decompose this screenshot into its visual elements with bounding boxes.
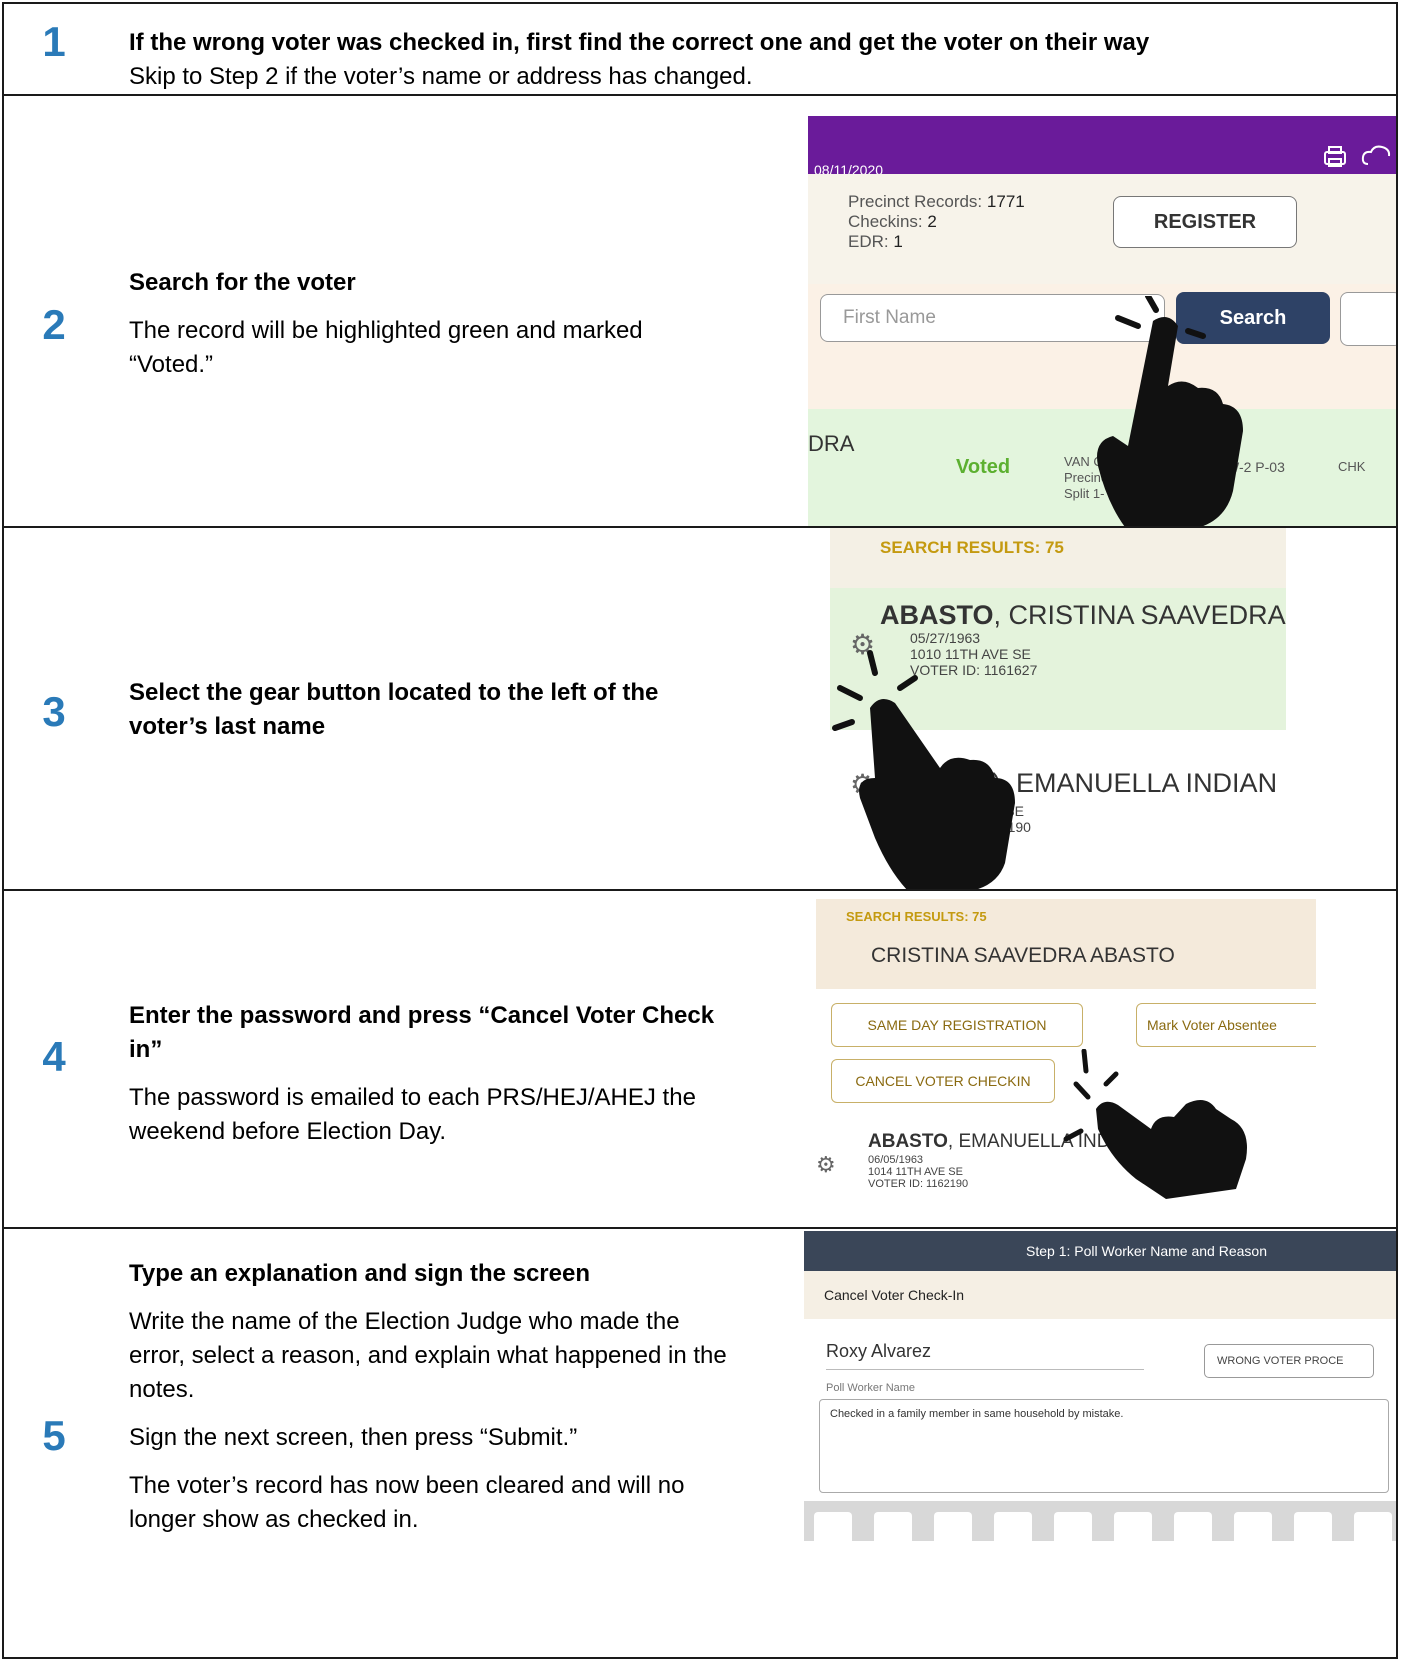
step-number: 3	[42, 688, 66, 735]
keyboard-key[interactable]	[874, 1512, 912, 1552]
voter-last-name: ABASTO	[880, 600, 994, 630]
step-heading: Type an explanation and sign the screen	[129, 1260, 591, 1287]
hand-pointer-icon	[1097, 296, 1243, 526]
cloud-icon[interactable]	[1360, 142, 1396, 170]
step-1: 1 If the wrong voter was checked in, fir…	[2, 2, 1398, 96]
voter-last-name: ABASTO	[868, 1131, 948, 1152]
step-number: 5	[42, 1412, 66, 1459]
step-text: Type an explanation and sign the screen …	[129, 1257, 729, 1551]
mark-absentee-button[interactable]: Mark Voter Absentee	[1136, 1003, 1316, 1047]
voter-first-names: , CRISTINA SAAVEDRA	[993, 600, 1286, 630]
voter-name: ABASTO, CRISTINA SAAVEDRA	[880, 600, 1286, 631]
instruction-sheet: 1 If the wrong voter was checked in, fir…	[2, 2, 1398, 1659]
voter-dob: 06/05/1963	[868, 1154, 924, 1166]
form-subheader: Cancel Voter Check-In	[804, 1271, 1396, 1319]
step-4: 4 Enter the password and press “Cancel V…	[2, 889, 1398, 1229]
step-text: Enter the password and press “Cancel Vot…	[129, 999, 729, 1163]
voter-dob: 05/27/1963	[910, 630, 981, 646]
step-body: Write the name of the Election Judge who…	[129, 1308, 727, 1403]
poll-worker-name-label: Poll Worker Name	[826, 1382, 916, 1394]
keyboard-key[interactable]	[814, 1512, 852, 1552]
voter-name: ), EMANUELLA INDIAN	[992, 768, 1278, 798]
keyboard-key[interactable]	[1174, 1512, 1212, 1552]
printer-icon[interactable]	[1321, 144, 1349, 170]
value: 2	[927, 212, 937, 231]
register-button[interactable]: REGISTER	[1113, 196, 1297, 248]
value: 1771	[986, 192, 1025, 211]
same-day-registration-button[interactable]: SAME DAY REGISTRATION	[831, 1003, 1083, 1047]
form-title: Cancel Voter Check-In	[824, 1287, 965, 1303]
hand-pointer-icon	[832, 650, 1015, 889]
next-field[interactable]	[1340, 292, 1396, 346]
cancel-form-screenshot: Step 1: Poll Worker Name and Reason Canc…	[804, 1231, 1396, 1657]
selected-voter-name: CRISTINA SAAVEDRA ABASTO	[871, 944, 1175, 967]
search-results-count: SEARCH RESULTS: 75	[880, 538, 1064, 557]
keyboard-key[interactable]	[1234, 1512, 1272, 1552]
step-number: 1	[42, 18, 66, 65]
search-results-screenshot: SEARCH RESULTS: 75 ABASTO, CRISTINA SAAV…	[830, 528, 1286, 889]
step-body: Skip to Step 2 if the voter’s name or ad…	[129, 63, 753, 90]
checkin-code: CHK	[1338, 459, 1366, 474]
voter-name: DRA	[808, 431, 855, 456]
app-header-bar	[808, 116, 1396, 174]
form-step-title: Step 1: Poll Worker Name and Reason	[1026, 1243, 1267, 1259]
keyboard-key[interactable]	[1054, 1512, 1092, 1552]
checkins: Checkins: 2	[848, 212, 937, 232]
reason-dropdown[interactable]: WRONG VOTER PROCE	[1204, 1344, 1374, 1378]
step-body: The record will be highlighted green and…	[129, 317, 643, 378]
step-number: 2	[42, 301, 66, 348]
step-heading: If the wrong voter was checked in, first…	[129, 29, 1150, 56]
keyboard-key[interactable]	[1354, 1512, 1392, 1552]
voter-details: 06/05/1963 1014 11TH AVE SE VOTER ID: 11…	[868, 1154, 968, 1190]
step-text: Select the gear button located to the le…	[129, 676, 719, 758]
step-body: Sign the next screen, then press “Submit…	[129, 1424, 578, 1451]
step-heading: Select the gear button located to the le…	[129, 679, 659, 740]
results-header	[830, 528, 1286, 588]
step-number: 4	[42, 1033, 66, 1080]
label: Precinct Records:	[848, 192, 983, 211]
hand-pointer-icon	[1063, 1049, 1247, 1199]
notes-textarea[interactable]: Checked in a family member in same house…	[819, 1399, 1389, 1493]
step-5: 5 Type an explanation and sign the scree…	[2, 1227, 1398, 1659]
gear-icon[interactable]: ⚙	[816, 1152, 836, 1178]
poll-worker-name-field[interactable]: Roxy Alvarez	[826, 1341, 931, 1362]
search-screenshot: 08/11/2020 Precinct Records: 1771 Checki…	[808, 116, 1396, 526]
step-text: If the wrong voter was checked in, first…	[129, 26, 1149, 94]
keyboard-key[interactable]	[1114, 1512, 1152, 1552]
voted-status: Voted	[956, 456, 1011, 478]
step-body: The password is emailed to each PRS/HEJ/…	[129, 1084, 696, 1145]
cancel-voter-checkin-button[interactable]: CANCEL VOTER CHECKIN	[831, 1059, 1055, 1103]
cancel-checkin-screenshot: SEARCH RESULTS: 75 CRISTINA SAAVEDRA ABA…	[816, 899, 1316, 1219]
search-results-count: SEARCH RESULTS: 75	[846, 909, 987, 924]
label: EDR:	[848, 232, 889, 251]
label: Checkins:	[848, 212, 923, 231]
voter-address: 1014 11TH AVE SE	[868, 1166, 963, 1178]
keyboard-key[interactable]	[1294, 1512, 1332, 1552]
step-body: The voter’s record has now been cleared …	[129, 1472, 685, 1533]
keyboard-key[interactable]	[934, 1512, 972, 1552]
field-underline	[826, 1369, 1144, 1370]
precinct-records: Precinct Records: 1771	[848, 192, 1025, 212]
step-heading: Search for the voter	[129, 269, 356, 296]
form-step-header: Step 1: Poll Worker Name and Reason	[804, 1231, 1396, 1271]
step-2: 2 Search for the voter The record will b…	[2, 94, 1398, 528]
edr: EDR: 1	[848, 232, 903, 252]
value: 1	[893, 232, 903, 251]
keyboard-key[interactable]	[994, 1512, 1032, 1552]
voter-id: VOTER ID: 1162190	[868, 1178, 969, 1190]
step-text: Search for the voter The record will be …	[129, 266, 729, 396]
step-3: 3 Select the gear button located to the …	[2, 526, 1398, 891]
step-heading: Enter the password and press “Cancel Vot…	[129, 1002, 715, 1063]
